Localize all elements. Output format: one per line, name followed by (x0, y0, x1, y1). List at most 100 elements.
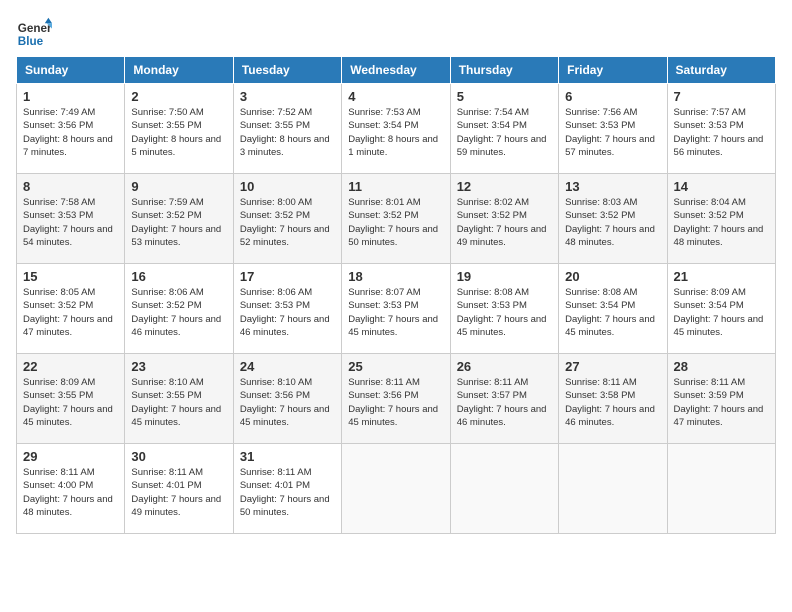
day-number: 23 (131, 359, 226, 374)
day-cell: 22 Sunrise: 8:09 AMSunset: 3:55 PMDaylig… (17, 354, 125, 444)
day-number: 27 (565, 359, 660, 374)
day-number: 15 (23, 269, 118, 284)
day-detail: Sunrise: 8:09 AMSunset: 3:54 PMDaylight:… (674, 286, 769, 339)
day-detail: Sunrise: 8:09 AMSunset: 3:55 PMDaylight:… (23, 376, 118, 429)
day-number: 13 (565, 179, 660, 194)
day-number: 7 (674, 89, 769, 104)
day-number: 14 (674, 179, 769, 194)
day-number: 22 (23, 359, 118, 374)
day-cell: 15 Sunrise: 8:05 AMSunset: 3:52 PMDaylig… (17, 264, 125, 354)
week-row-4: 22 Sunrise: 8:09 AMSunset: 3:55 PMDaylig… (17, 354, 776, 444)
week-row-2: 8 Sunrise: 7:58 AMSunset: 3:53 PMDayligh… (17, 174, 776, 264)
day-cell: 8 Sunrise: 7:58 AMSunset: 3:53 PMDayligh… (17, 174, 125, 264)
day-cell: 4 Sunrise: 7:53 AMSunset: 3:54 PMDayligh… (342, 84, 450, 174)
day-cell (667, 444, 775, 534)
day-number: 1 (23, 89, 118, 104)
day-detail: Sunrise: 7:49 AMSunset: 3:56 PMDaylight:… (23, 106, 118, 159)
day-cell: 6 Sunrise: 7:56 AMSunset: 3:53 PMDayligh… (559, 84, 667, 174)
day-number: 3 (240, 89, 335, 104)
day-number: 24 (240, 359, 335, 374)
day-number: 9 (131, 179, 226, 194)
day-detail: Sunrise: 8:11 AMSunset: 3:58 PMDaylight:… (565, 376, 660, 429)
day-detail: Sunrise: 8:08 AMSunset: 3:53 PMDaylight:… (457, 286, 552, 339)
header-friday: Friday (559, 57, 667, 84)
day-detail: Sunrise: 8:07 AMSunset: 3:53 PMDaylight:… (348, 286, 443, 339)
day-detail: Sunrise: 8:06 AMSunset: 3:53 PMDaylight:… (240, 286, 335, 339)
day-cell: 26 Sunrise: 8:11 AMSunset: 3:57 PMDaylig… (450, 354, 558, 444)
day-cell: 16 Sunrise: 8:06 AMSunset: 3:52 PMDaylig… (125, 264, 233, 354)
calendar: SundayMondayTuesdayWednesdayThursdayFrid… (16, 56, 776, 534)
day-cell: 5 Sunrise: 7:54 AMSunset: 3:54 PMDayligh… (450, 84, 558, 174)
day-detail: Sunrise: 8:11 AMSunset: 4:01 PMDaylight:… (131, 466, 226, 519)
header-wednesday: Wednesday (342, 57, 450, 84)
day-cell: 20 Sunrise: 8:08 AMSunset: 3:54 PMDaylig… (559, 264, 667, 354)
day-number: 19 (457, 269, 552, 284)
day-detail: Sunrise: 8:11 AMSunset: 3:59 PMDaylight:… (674, 376, 769, 429)
day-cell (559, 444, 667, 534)
day-number: 28 (674, 359, 769, 374)
day-cell: 24 Sunrise: 8:10 AMSunset: 3:56 PMDaylig… (233, 354, 341, 444)
header: General Blue (16, 16, 776, 52)
day-number: 11 (348, 179, 443, 194)
day-detail: Sunrise: 7:54 AMSunset: 3:54 PMDaylight:… (457, 106, 552, 159)
svg-text:General: General (18, 22, 52, 35)
day-number: 26 (457, 359, 552, 374)
day-number: 4 (348, 89, 443, 104)
day-cell: 14 Sunrise: 8:04 AMSunset: 3:52 PMDaylig… (667, 174, 775, 264)
day-cell: 23 Sunrise: 8:10 AMSunset: 3:55 PMDaylig… (125, 354, 233, 444)
day-number: 21 (674, 269, 769, 284)
day-cell: 13 Sunrise: 8:03 AMSunset: 3:52 PMDaylig… (559, 174, 667, 264)
day-detail: Sunrise: 8:02 AMSunset: 3:52 PMDaylight:… (457, 196, 552, 249)
day-detail: Sunrise: 7:52 AMSunset: 3:55 PMDaylight:… (240, 106, 335, 159)
day-cell: 2 Sunrise: 7:50 AMSunset: 3:55 PMDayligh… (125, 84, 233, 174)
day-number: 31 (240, 449, 335, 464)
calendar-header-row: SundayMondayTuesdayWednesdayThursdayFrid… (17, 57, 776, 84)
day-number: 6 (565, 89, 660, 104)
week-row-1: 1 Sunrise: 7:49 AMSunset: 3:56 PMDayligh… (17, 84, 776, 174)
day-number: 2 (131, 89, 226, 104)
day-number: 25 (348, 359, 443, 374)
day-cell: 29 Sunrise: 8:11 AMSunset: 4:00 PMDaylig… (17, 444, 125, 534)
day-cell (450, 444, 558, 534)
day-number: 29 (23, 449, 118, 464)
day-detail: Sunrise: 8:03 AMSunset: 3:52 PMDaylight:… (565, 196, 660, 249)
day-cell: 27 Sunrise: 8:11 AMSunset: 3:58 PMDaylig… (559, 354, 667, 444)
day-number: 17 (240, 269, 335, 284)
day-number: 20 (565, 269, 660, 284)
day-cell: 10 Sunrise: 8:00 AMSunset: 3:52 PMDaylig… (233, 174, 341, 264)
day-detail: Sunrise: 8:06 AMSunset: 3:52 PMDaylight:… (131, 286, 226, 339)
day-cell: 21 Sunrise: 8:09 AMSunset: 3:54 PMDaylig… (667, 264, 775, 354)
day-cell: 17 Sunrise: 8:06 AMSunset: 3:53 PMDaylig… (233, 264, 341, 354)
day-number: 12 (457, 179, 552, 194)
header-saturday: Saturday (667, 57, 775, 84)
header-monday: Monday (125, 57, 233, 84)
day-cell: 30 Sunrise: 8:11 AMSunset: 4:01 PMDaylig… (125, 444, 233, 534)
day-detail: Sunrise: 7:58 AMSunset: 3:53 PMDaylight:… (23, 196, 118, 249)
day-detail: Sunrise: 8:05 AMSunset: 3:52 PMDaylight:… (23, 286, 118, 339)
day-detail: Sunrise: 8:04 AMSunset: 3:52 PMDaylight:… (674, 196, 769, 249)
logo-icon: General Blue (16, 16, 52, 52)
day-cell: 25 Sunrise: 8:11 AMSunset: 3:56 PMDaylig… (342, 354, 450, 444)
header-sunday: Sunday (17, 57, 125, 84)
day-cell (342, 444, 450, 534)
day-detail: Sunrise: 8:11 AMSunset: 4:00 PMDaylight:… (23, 466, 118, 519)
day-detail: Sunrise: 8:11 AMSunset: 3:56 PMDaylight:… (348, 376, 443, 429)
day-cell: 31 Sunrise: 8:11 AMSunset: 4:01 PMDaylig… (233, 444, 341, 534)
day-cell: 18 Sunrise: 8:07 AMSunset: 3:53 PMDaylig… (342, 264, 450, 354)
day-number: 8 (23, 179, 118, 194)
day-number: 5 (457, 89, 552, 104)
day-detail: Sunrise: 8:00 AMSunset: 3:52 PMDaylight:… (240, 196, 335, 249)
week-row-5: 29 Sunrise: 8:11 AMSunset: 4:00 PMDaylig… (17, 444, 776, 534)
day-detail: Sunrise: 8:01 AMSunset: 3:52 PMDaylight:… (348, 196, 443, 249)
day-cell: 12 Sunrise: 8:02 AMSunset: 3:52 PMDaylig… (450, 174, 558, 264)
day-detail: Sunrise: 8:08 AMSunset: 3:54 PMDaylight:… (565, 286, 660, 339)
week-row-3: 15 Sunrise: 8:05 AMSunset: 3:52 PMDaylig… (17, 264, 776, 354)
day-number: 18 (348, 269, 443, 284)
day-cell: 7 Sunrise: 7:57 AMSunset: 3:53 PMDayligh… (667, 84, 775, 174)
day-detail: Sunrise: 8:11 AMSunset: 4:01 PMDaylight:… (240, 466, 335, 519)
day-detail: Sunrise: 7:56 AMSunset: 3:53 PMDaylight:… (565, 106, 660, 159)
day-cell: 11 Sunrise: 8:01 AMSunset: 3:52 PMDaylig… (342, 174, 450, 264)
day-detail: Sunrise: 7:50 AMSunset: 3:55 PMDaylight:… (131, 106, 226, 159)
day-detail: Sunrise: 8:10 AMSunset: 3:55 PMDaylight:… (131, 376, 226, 429)
day-detail: Sunrise: 8:10 AMSunset: 3:56 PMDaylight:… (240, 376, 335, 429)
